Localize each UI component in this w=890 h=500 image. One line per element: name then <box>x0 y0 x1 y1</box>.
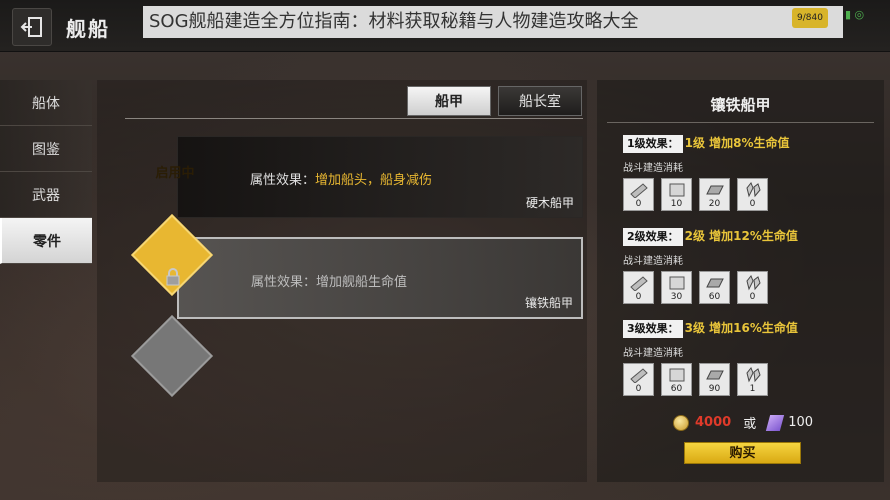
nav-label: 船体 <box>32 95 60 112</box>
nav-label: 图鉴 <box>32 141 60 158</box>
nav-item-codex[interactable]: 图鉴 <box>0 126 92 172</box>
attr-value: 增加舰船生命值 <box>316 275 408 290</box>
ingot-icon <box>706 278 724 288</box>
material-cloth[interactable]: 30 <box>661 271 692 304</box>
part-card-hardwood[interactable]: 属性效果：增加船头，船身减伤 硬木船甲 <box>177 136 583 218</box>
level-3-block: 3级效果： 3级 增加16%生命值 战斗建造消耗 0 60 90 1 <box>623 317 883 396</box>
page-title: 舰船 <box>66 17 110 41</box>
ingot-icon <box>706 370 724 380</box>
crystal-icon <box>746 182 761 198</box>
buy-button[interactable]: 购买 <box>684 442 801 464</box>
divider <box>607 122 874 123</box>
nav-item-hull[interactable]: 船体 <box>0 80 92 126</box>
level-1-block: 1级效果： 1级 增加8%生命值 战斗建造消耗 0 10 20 0 <box>623 132 883 211</box>
part-card-iron[interactable]: 属性效果：增加舰船生命值 镶铁船甲 <box>177 237 583 319</box>
cloth-icon <box>669 183 685 197</box>
attr-text: 属性效果：增加船头，船身减伤 <box>250 169 432 188</box>
cloth-icon <box>669 276 685 290</box>
badge-label: 启用中 <box>155 166 195 181</box>
divider <box>125 118 583 119</box>
level-effect: 1级 增加8%生命值 <box>684 136 790 150</box>
cost-subtitle: 战斗建造消耗 <box>623 348 683 359</box>
material-iron-ingot[interactable]: 60 <box>699 271 730 304</box>
attr-value: 增加船头，船身减伤 <box>315 173 433 188</box>
materials-row: 0 60 90 1 <box>623 363 883 396</box>
overlay-caption: SOG舰船建造全方位指南：材料获取秘籍与人物建造攻略大全 <box>143 6 843 38</box>
gold-cost: 4000 <box>695 415 732 430</box>
level-tag: 3级效果： <box>623 320 683 338</box>
material-scroll[interactable]: 0 <box>623 363 654 396</box>
level-2-block: 2级效果： 2级 增加12%生命值 战斗建造消耗 0 30 60 0 <box>623 225 883 304</box>
nav-item-weapons[interactable]: 武器 <box>0 172 92 218</box>
detail-title: 镶铁船甲 <box>710 96 771 114</box>
materials-row: 0 10 20 0 <box>623 178 883 211</box>
nav-item-parts[interactable]: 零件 <box>0 218 92 264</box>
tab-armor[interactable]: 船甲 <box>407 86 491 116</box>
level-tag: 1级效果： <box>623 135 683 153</box>
material-crystal[interactable]: 1 <box>737 363 768 396</box>
nav-label: 武器 <box>32 187 60 204</box>
or-label: 或 <box>743 417 757 432</box>
crystal-icon <box>746 275 761 291</box>
scroll-icon <box>630 183 648 198</box>
material-iron-ingot[interactable]: 90 <box>699 363 730 396</box>
battery-wifi-icon: ▮ ◎ <box>845 8 865 21</box>
level-effect: 2级 增加12%生命值 <box>684 229 798 243</box>
cloth-icon <box>669 368 685 382</box>
attr-prefix: 属性效果： <box>250 173 316 188</box>
attr-text: 属性效果：增加舰船生命值 <box>251 271 407 290</box>
crystal-icon <box>746 367 761 383</box>
lock-icon <box>166 268 180 286</box>
detail-panel: 镶铁船甲 1级效果： 1级 增加8%生命值 战斗建造消耗 0 10 20 0 2级… <box>597 80 884 482</box>
material-crystal[interactable]: 0 <box>737 178 768 211</box>
material-scroll[interactable]: 0 <box>623 271 654 304</box>
card-name: 镶铁船甲 <box>524 296 573 310</box>
gem-icon <box>766 414 785 431</box>
top-bar: 舰船 SOG舰船建造全方位指南：材料获取秘籍与人物建造攻略大全 9/840 ▮ … <box>0 0 890 52</box>
locked-badge <box>130 314 214 398</box>
gold-coin-icon <box>673 414 689 431</box>
exit-door-icon <box>20 17 42 37</box>
scroll-icon <box>630 276 648 291</box>
level-tag: 2级效果： <box>623 228 683 246</box>
card-name: 硬木船甲 <box>525 196 574 210</box>
ingot-icon <box>706 185 724 195</box>
attr-prefix: 属性效果： <box>251 275 317 290</box>
material-scroll[interactable]: 0 <box>623 178 654 211</box>
back-button[interactable] <box>12 8 52 46</box>
material-cloth[interactable]: 10 <box>661 178 692 211</box>
scroll-icon <box>630 368 648 383</box>
cost-subtitle: 战斗建造消耗 <box>623 256 683 267</box>
level-effect: 3级 增加16%生命值 <box>684 321 798 335</box>
materials-row: 0 30 60 0 <box>623 271 883 304</box>
gem-cost: 100 <box>788 415 814 430</box>
status-chip: 9/840 <box>792 8 828 28</box>
nav-label: 零件 <box>33 233 61 250</box>
tab-captain-cabin[interactable]: 船长室 <box>498 86 582 116</box>
cost-row: 4000 或 100 <box>673 413 813 432</box>
left-nav: 船体 图鉴 武器 零件 <box>0 80 92 264</box>
material-crystal[interactable]: 0 <box>737 271 768 304</box>
material-iron-ingot[interactable]: 20 <box>699 178 730 211</box>
material-cloth[interactable]: 60 <box>661 363 692 396</box>
cost-subtitle: 战斗建造消耗 <box>623 163 683 174</box>
